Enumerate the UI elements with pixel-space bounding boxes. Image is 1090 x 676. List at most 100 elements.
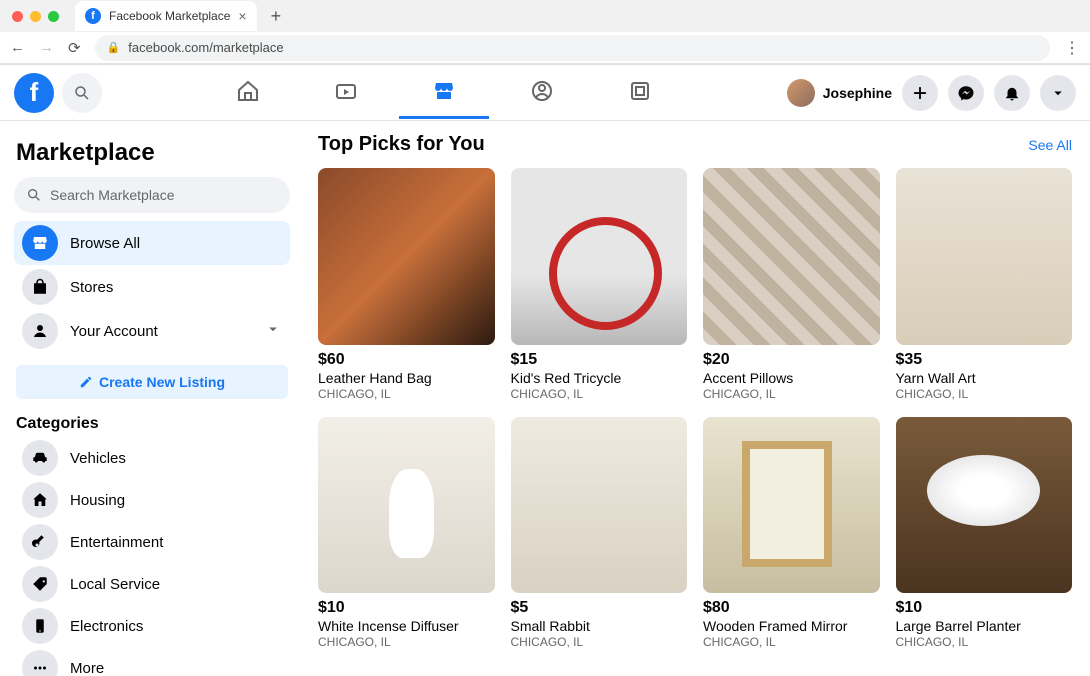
browser-menu-icon[interactable]: ⋮ — [1064, 38, 1080, 58]
home-icon — [236, 79, 260, 103]
sidebar-item-label: Stores — [70, 279, 113, 296]
search-placeholder: Search Marketplace — [50, 187, 175, 203]
search-icon — [26, 187, 42, 203]
listing-thumbnail — [703, 168, 880, 345]
category-local-service[interactable]: Local Service — [14, 563, 290, 605]
category-label: Vehicles — [70, 450, 126, 467]
category-label: Electronics — [70, 618, 143, 635]
new-tab-button[interactable]: + — [265, 6, 288, 27]
listing-card[interactable]: $35 Yarn Wall Art Chicago, IL — [896, 168, 1073, 401]
maximize-window-icon[interactable] — [48, 11, 59, 22]
fb-header: f Josephine — [0, 65, 1090, 121]
category-more[interactable]: More — [14, 647, 290, 676]
nav-marketplace[interactable] — [399, 67, 489, 119]
category-electronics[interactable]: Electronics — [14, 605, 290, 647]
messenger-button[interactable] — [948, 75, 984, 111]
sidebar: Marketplace Search Marketplace Browse Al… — [0, 121, 300, 676]
listing-price: $20 — [703, 351, 880, 369]
listings-grid: $60 Leather Hand Bag Chicago, IL $15 Kid… — [318, 168, 1072, 649]
listing-card[interactable]: $10 White Incense Diffuser Chicago, IL — [318, 417, 495, 650]
listing-card[interactable]: $60 Leather Hand Bag Chicago, IL — [318, 168, 495, 401]
categories-heading: Categories — [16, 415, 288, 433]
person-icon — [22, 313, 58, 349]
account-menu-button[interactable] — [1040, 75, 1076, 111]
create-listing-label: Create New Listing — [99, 374, 225, 390]
reload-button[interactable]: ⟳ — [68, 39, 81, 57]
category-label: Local Service — [70, 576, 160, 593]
category-label: More — [70, 660, 104, 676]
facebook-logo-icon[interactable]: f — [14, 73, 54, 113]
profile-chip[interactable]: Josephine — [787, 79, 892, 107]
listing-price: $60 — [318, 351, 495, 369]
nav-home[interactable] — [203, 67, 293, 119]
lock-icon: 🔒 — [107, 41, 121, 54]
category-vehicles[interactable]: Vehicles — [14, 437, 290, 479]
forward-button[interactable]: → — [39, 39, 54, 56]
listing-location: Chicago, IL — [896, 387, 1073, 401]
watch-icon — [334, 79, 358, 103]
messenger-icon — [957, 84, 975, 102]
create-listing-button[interactable]: Create New Listing — [16, 365, 288, 399]
listing-title: White Incense Diffuser — [318, 618, 495, 634]
store-icon — [432, 79, 456, 103]
chevron-down-icon — [1049, 84, 1067, 102]
listing-title: Small Rabbit — [511, 618, 688, 634]
listing-title: Kid's Red Tricycle — [511, 370, 688, 386]
listing-price: $10 — [896, 599, 1073, 617]
notifications-button[interactable] — [994, 75, 1030, 111]
groups-icon — [530, 79, 554, 103]
header-search-button[interactable] — [62, 73, 102, 113]
more-icon — [22, 650, 58, 676]
nav-groups[interactable] — [497, 67, 587, 119]
sidebar-item-browse-all[interactable]: Browse All — [14, 221, 290, 265]
sidebar-search[interactable]: Search Marketplace — [14, 177, 290, 213]
minimize-window-icon[interactable] — [30, 11, 41, 22]
listing-title: Accent Pillows — [703, 370, 880, 386]
listing-card[interactable]: $20 Accent Pillows Chicago, IL — [703, 168, 880, 401]
right-nav: Josephine — [787, 75, 1076, 111]
listing-thumbnail — [896, 168, 1073, 345]
close-window-icon[interactable] — [12, 11, 23, 22]
listing-thumbnail — [511, 168, 688, 345]
listing-price: $10 — [318, 599, 495, 617]
bag-icon — [22, 269, 58, 305]
listing-thumbnail — [703, 417, 880, 594]
sidebar-item-stores[interactable]: Stores — [14, 265, 290, 309]
car-icon — [22, 440, 58, 476]
address-bar[interactable]: 🔒 facebook.com/marketplace — [95, 35, 1050, 61]
category-housing[interactable]: Housing — [14, 479, 290, 521]
nav-watch[interactable] — [301, 67, 391, 119]
listing-thumbnail — [896, 417, 1073, 594]
phone-icon — [22, 608, 58, 644]
app-body: Marketplace Search Marketplace Browse Al… — [0, 121, 1090, 676]
listing-card[interactable]: $15 Kid's Red Tricycle Chicago, IL — [511, 168, 688, 401]
listing-title: Wooden Framed Mirror — [703, 618, 880, 634]
browser-tab[interactable]: f Facebook Marketplace × — [75, 1, 257, 31]
listing-location: Chicago, IL — [703, 387, 880, 401]
listing-price: $80 — [703, 599, 880, 617]
window-controls[interactable] — [8, 11, 59, 22]
listing-location: Chicago, IL — [896, 635, 1073, 649]
store-icon — [22, 225, 58, 261]
close-tab-icon[interactable]: × — [238, 8, 246, 24]
avatar — [787, 79, 815, 107]
chevron-down-icon — [264, 320, 282, 343]
listing-price: $15 — [511, 351, 688, 369]
listing-card[interactable]: $5 Small Rabbit Chicago, IL — [511, 417, 688, 650]
sidebar-item-label: Browse All — [70, 235, 140, 252]
nav-gaming[interactable] — [595, 67, 685, 119]
create-menu-button[interactable] — [902, 75, 938, 111]
center-nav — [203, 67, 685, 119]
listing-card[interactable]: $80 Wooden Framed Mirror Chicago, IL — [703, 417, 880, 650]
tag-icon — [22, 566, 58, 602]
listing-thumbnail — [511, 417, 688, 594]
main-header: Top Picks for You See All — [318, 133, 1072, 156]
listing-thumbnail — [318, 168, 495, 345]
back-button[interactable]: ← — [10, 39, 25, 56]
guitar-icon — [22, 524, 58, 560]
see-all-link[interactable]: See All — [1028, 137, 1072, 153]
listing-location: Chicago, IL — [703, 635, 880, 649]
listing-card[interactable]: $10 Large Barrel Planter Chicago, IL — [896, 417, 1073, 650]
category-entertainment[interactable]: Entertainment — [14, 521, 290, 563]
sidebar-item-your-account[interactable]: Your Account — [14, 309, 290, 353]
